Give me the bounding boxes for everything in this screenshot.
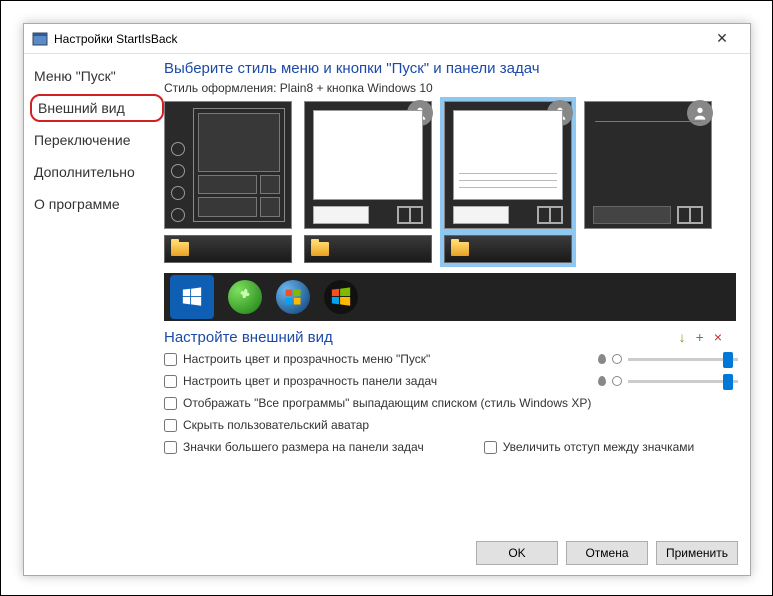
menu-style-1[interactable] (164, 101, 292, 229)
orb-win7[interactable] (276, 280, 310, 314)
customize-heading: Настройте внешний вид (164, 329, 738, 346)
menu-style-2[interactable] (304, 101, 432, 229)
color-picker-icon[interactable] (612, 376, 622, 386)
menu-style-3[interactable] (444, 101, 572, 229)
checkbox-hide-avatar[interactable] (164, 419, 177, 432)
remove-style-button[interactable]: × (714, 329, 722, 345)
windows-color-icon (330, 286, 352, 308)
content: Меню "Пуск" Внешний вид Переключение Доп… (24, 54, 750, 575)
sidebar-item-advanced[interactable]: Дополнительно (30, 158, 164, 186)
sidebar-item-switching[interactable]: Переключение (30, 126, 164, 154)
taskbar-style-2[interactable] (304, 235, 432, 263)
label-hide-avatar: Скрыть пользовательский аватар (183, 418, 369, 432)
tint-icon (598, 354, 606, 364)
style-label: Стиль оформления: Plain8 + кнопка Window… (164, 81, 738, 95)
label-taskbar-color: Настроить цвет и прозрачность панели зад… (183, 374, 437, 388)
start-orbs (164, 273, 736, 321)
app-icon (32, 31, 48, 47)
label-startmenu-color: Настроить цвет и прозрачность меню "Пуск… (183, 352, 430, 366)
checkbox-startmenu-color[interactable] (164, 353, 177, 366)
label-all-programs-xp: Отображать "Все программы" выпадающим сп… (183, 396, 591, 410)
sidebar: Меню "Пуск" Внешний вид Переключение Доп… (24, 54, 164, 575)
opt-hide-avatar: Скрыть пользовательский аватар (164, 418, 738, 432)
dialog-buttons: OK Отмена Применить (476, 541, 738, 565)
windows-icon (181, 286, 203, 308)
page-heading: Выберите стиль меню и кнопки "Пуск" и па… (164, 60, 738, 77)
add-style-button[interactable]: + (696, 329, 704, 345)
windows-flag-icon (283, 287, 303, 307)
shamrock-icon (235, 287, 255, 307)
slider-startmenu[interactable] (628, 358, 738, 361)
apply-button[interactable]: Применить (656, 541, 738, 565)
sidebar-item-start-menu[interactable]: Меню "Пуск" (30, 62, 164, 90)
taskbar-style-thumbs (164, 235, 738, 263)
menu-style-thumbnails (164, 101, 738, 229)
close-button[interactable]: ✕ (702, 24, 742, 53)
checkbox-taskbar-color[interactable] (164, 375, 177, 388)
titlebar: Настройки StartIsBack ✕ (24, 24, 750, 54)
checkbox-wider-spacing[interactable] (484, 441, 497, 454)
window-title: Настройки StartIsBack (54, 32, 702, 46)
orb-shamrock[interactable] (228, 280, 262, 314)
checkbox-all-programs-xp[interactable] (164, 397, 177, 410)
color-picker-icon[interactable] (612, 354, 622, 364)
orb-win10[interactable] (170, 275, 214, 319)
slider-taskbar[interactable] (628, 380, 738, 383)
taskbar-style-1[interactable] (164, 235, 292, 263)
ok-button[interactable]: OK (476, 541, 558, 565)
menu-style-4[interactable] (584, 101, 712, 229)
opt-startmenu-color: Настроить цвет и прозрачность меню "Пуск… (164, 352, 738, 366)
orb-colorful[interactable] (324, 280, 358, 314)
label-large-icons: Значки большего размера на панели задач (183, 440, 424, 454)
tint-icon (598, 376, 606, 386)
cancel-button[interactable]: Отмена (566, 541, 648, 565)
style-toolbar: ↓ + × (679, 329, 722, 345)
opt-taskbar-color: Настроить цвет и прозрачность панели зад… (164, 374, 738, 388)
taskbar-style-3[interactable] (444, 235, 572, 263)
sidebar-item-appearance[interactable]: Внешний вид (30, 94, 164, 122)
label-wider-spacing: Увеличить отступ между значками (503, 440, 695, 454)
main-panel: Выберите стиль меню и кнопки "Пуск" и па… (164, 54, 750, 575)
opt-all-programs-xp: Отображать "Все программы" выпадающим сп… (164, 396, 738, 410)
sidebar-item-about[interactable]: О программе (30, 190, 164, 218)
opt-icons-row: Значки большего размера на панели задач … (164, 440, 738, 454)
checkbox-large-icons[interactable] (164, 441, 177, 454)
download-style-button[interactable]: ↓ (679, 329, 686, 345)
settings-window: Настройки StartIsBack ✕ Меню "Пуск" Внеш… (23, 23, 751, 576)
